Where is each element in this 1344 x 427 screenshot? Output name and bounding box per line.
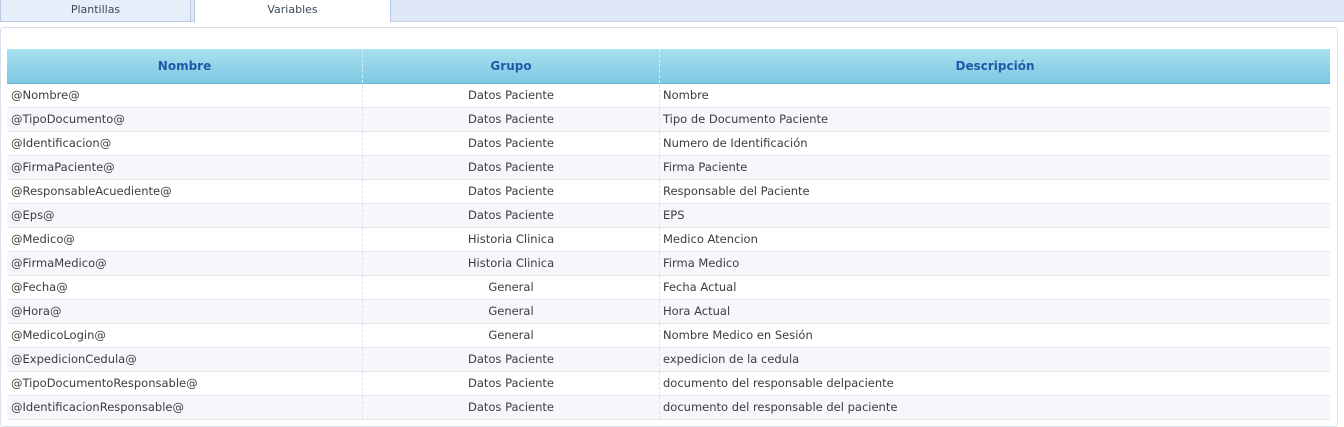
grid-header: Nombre Grupo Descripción <box>7 49 1330 84</box>
table-row[interactable]: @ExpedicionCedula@ Datos Paciente expedici… <box>7 348 1330 372</box>
cell-grupo: Datos Paciente <box>363 396 660 419</box>
cell-grupo: Datos Paciente <box>363 348 660 371</box>
cell-nombre: @FirmaPaciente@ <box>7 156 363 179</box>
tab-plantillas[interactable]: Plantillas <box>0 0 191 22</box>
cell-descripcion: Tipo de Documento Paciente <box>663 112 829 126</box>
cell-nombre: @Medico@ <box>7 228 363 251</box>
cell-grupo: Datos Paciente <box>363 132 660 155</box>
cell-descripcion: Hora Actual <box>663 304 731 318</box>
column-header-grupo[interactable]: Grupo <box>363 49 660 83</box>
cell-nombre: @Nombre@ <box>7 84 363 107</box>
cell-nombre: @TipoDocumento@ <box>7 108 363 131</box>
table-row[interactable]: @ResponsableAcuediente@ Datos Paciente Res… <box>7 180 1330 204</box>
tab-bar: Plantillas Variables <box>0 0 1344 23</box>
cell-descripcion: Nombre <box>663 88 709 102</box>
cell-grupo: Historia Clinica <box>363 228 660 251</box>
table-row[interactable]: @TipoDocumento@ Datos Paciente Tipo de Doc… <box>7 108 1330 132</box>
cell-nombre: @IdentificacionResponsable@ <box>7 396 363 419</box>
table-row[interactable]: @FirmaPaciente@ Datos Paciente Firma Pacie… <box>7 156 1330 180</box>
cell-descripcion: Nombre Medico en Sesión <box>663 328 813 342</box>
tab-variables[interactable]: Variables <box>194 0 391 23</box>
cell-nombre: @Fecha@ <box>7 276 363 299</box>
cell-nombre: @MedicoLogin@ <box>7 324 363 347</box>
table-row[interactable]: @Fecha@ General Fecha Actual <box>7 276 1330 300</box>
cell-grupo: General <box>363 300 660 323</box>
table-row[interactable]: @Identificacion@ Datos Paciente Numero de … <box>7 132 1330 156</box>
table-row[interactable]: @TipoDocumentoResponsable@ Datos Paciente… <box>7 372 1330 396</box>
cell-grupo: General <box>363 324 660 347</box>
cell-grupo: Historia Clinica <box>363 252 660 275</box>
cell-descripcion: Firma Medico <box>663 256 740 270</box>
column-header-descripcion[interactable]: Descripción <box>660 49 1330 83</box>
variables-grid: Nombre Grupo Descripción @Nombre@ Datos P… <box>7 49 1330 420</box>
cell-nombre: @TipoDocumentoResponsable@ <box>7 372 363 395</box>
cell-nombre: @Eps@ <box>7 204 363 227</box>
cell-descripcion: Fecha Actual <box>663 280 737 294</box>
table-row[interactable]: @Nombre@ Datos Paciente Nombre <box>7 84 1330 108</box>
column-header-nombre[interactable]: Nombre <box>7 49 363 83</box>
cell-nombre: @ExpedicionCedula@ <box>7 348 363 371</box>
cell-grupo: General <box>363 276 660 299</box>
grid-body: @Nombre@ Datos Paciente Nombre @TipoDocumen… <box>7 84 1330 420</box>
cell-descripcion: documento del responsable del paciente <box>663 400 898 414</box>
table-row[interactable]: @Hora@ General Hora Actual <box>7 300 1330 324</box>
cell-grupo: Datos Paciente <box>363 156 660 179</box>
table-row[interactable]: @FirmaMedico@ Historia Clinica Firma Medic… <box>7 252 1330 276</box>
cell-grupo: Datos Paciente <box>363 108 660 131</box>
cell-nombre: @FirmaMedico@ <box>7 252 363 275</box>
cell-grupo: Datos Paciente <box>363 84 660 107</box>
cell-nombre: @Identificacion@ <box>7 132 363 155</box>
cell-grupo: Datos Paciente <box>363 372 660 395</box>
cell-nombre: @ResponsableAcuediente@ <box>7 180 363 203</box>
cell-nombre: @Hora@ <box>7 300 363 323</box>
cell-descripcion: expedicion de la cedula <box>663 352 800 366</box>
cell-grupo: Datos Paciente <box>363 204 660 227</box>
table-row[interactable]: @Eps@ Datos Paciente EPS <box>7 204 1330 228</box>
table-row[interactable]: @MedicoLogin@ General Nombre Medico en Ses… <box>7 324 1330 348</box>
cell-descripcion: Medico Atencion <box>663 232 758 246</box>
cell-grupo: Datos Paciente <box>363 180 660 203</box>
cell-descripcion: Responsable del Paciente <box>663 184 810 198</box>
cell-descripcion: documento del responsable delpaciente <box>663 376 894 390</box>
cell-descripcion: Numero de Identificación <box>663 136 808 150</box>
cell-descripcion: Firma Paciente <box>663 160 748 174</box>
cell-descripcion: EPS <box>663 208 685 222</box>
table-row[interactable]: @IdentificacionResponsable@ Datos Pacient… <box>7 396 1330 420</box>
table-row[interactable]: @Medico@ Historia Clinica Medico Atencion <box>7 228 1330 252</box>
